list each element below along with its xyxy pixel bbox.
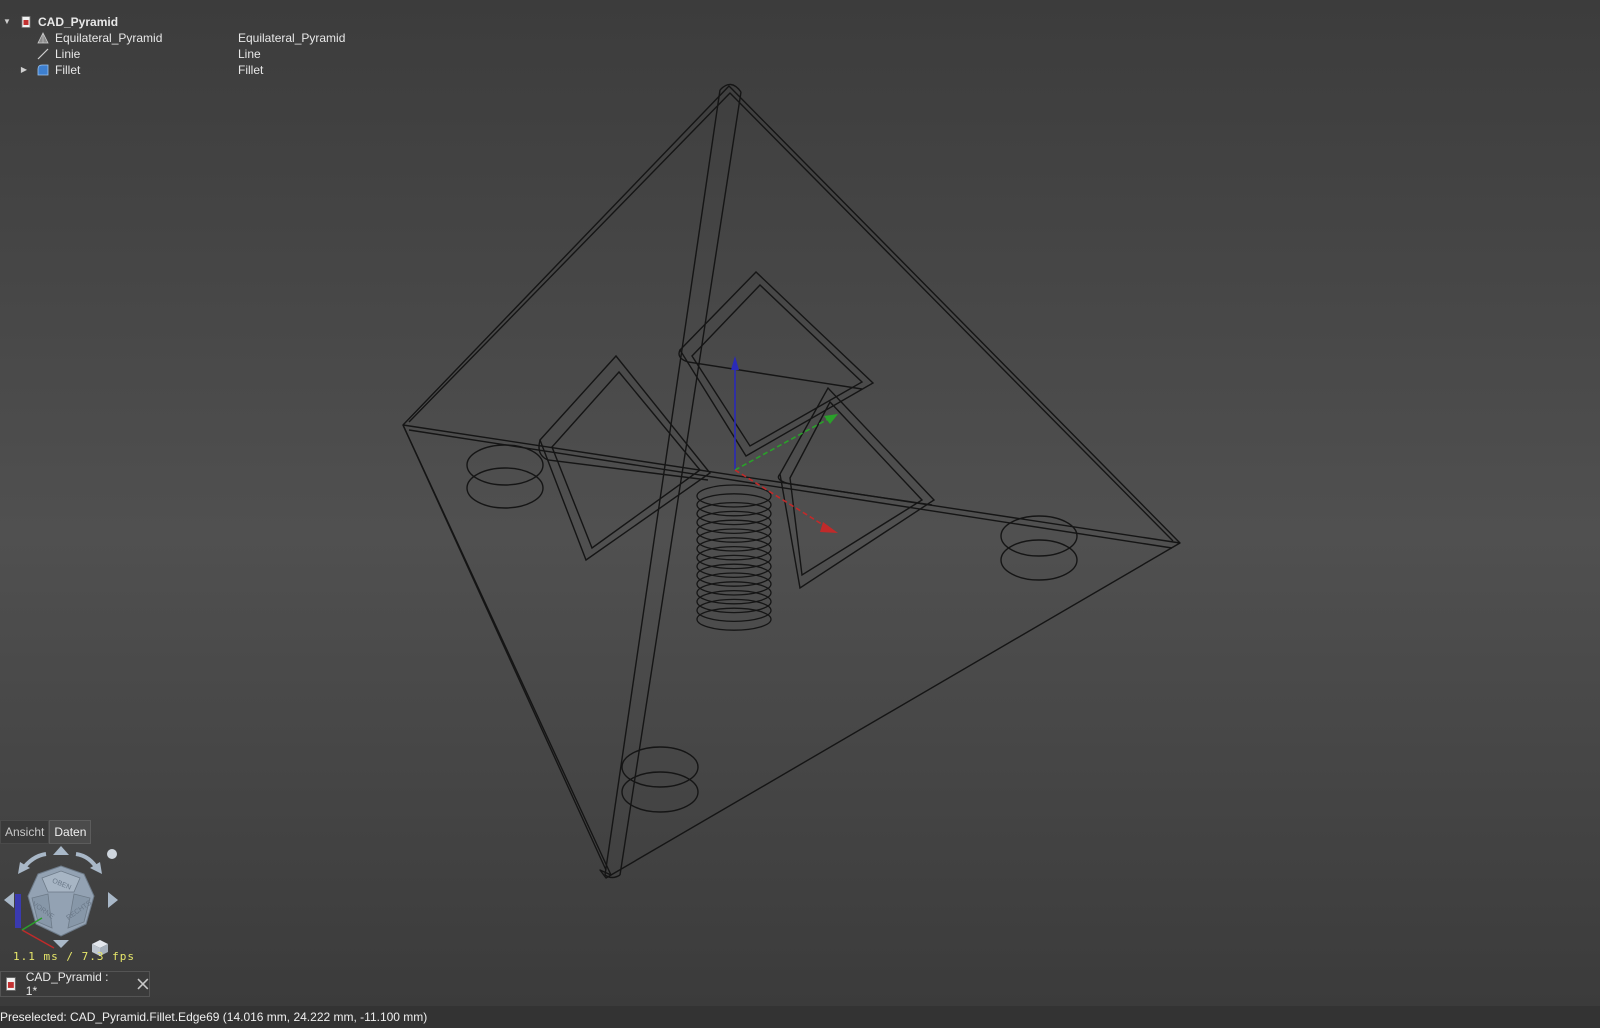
spring-coil-turn (696, 528, 772, 552)
spring-coil-turn (696, 501, 772, 526)
navigation-cube[interactable]: OBEN VORNE RECHTS (2, 846, 120, 958)
cube-axis-x (21, 929, 55, 949)
spring-coil-turn (696, 484, 772, 508)
tree-item-description: Line (238, 47, 261, 61)
tree-item-linie[interactable]: Linie Line (0, 46, 380, 62)
tree-item-equilateral-pyramid[interactable]: Equilateral_Pyramid Equilateral_Pyramid (0, 30, 380, 46)
inner-cutouts (538, 271, 936, 590)
document-tab[interactable]: CAD_Pyramid : 1* (0, 970, 150, 998)
spring-coil-turn (696, 493, 772, 517)
close-icon[interactable] (137, 978, 149, 990)
tab-ansicht[interactable]: Ansicht (0, 820, 50, 844)
pan-down-arrow-icon[interactable] (53, 940, 69, 948)
spring-coil-turn (696, 563, 772, 587)
fps-readout: 1.1 ms / 7.3 fps (13, 950, 135, 963)
rotate-left-arrow-icon[interactable] (18, 852, 47, 874)
cube-body[interactable]: OBEN VORNE RECHTS (27, 865, 95, 937)
cube-axis-z (15, 894, 21, 928)
tree-item-label: CAD_Pyramid (38, 15, 119, 29)
document-tab-title: CAD_Pyramid : 1* (25, 970, 109, 998)
tree-item-label: Linie (55, 47, 81, 61)
tree-item-label: Fillet (55, 63, 81, 77)
tree-item-description: Fillet (238, 63, 264, 77)
spring-coil-turn (696, 589, 772, 614)
pan-up-arrow-icon[interactable] (53, 846, 69, 855)
spring-coil-turn (696, 572, 772, 596)
spring-coil-turn (696, 510, 772, 535)
pyramid-wireframe (402, 83, 1181, 879)
line-icon (37, 48, 49, 60)
spring-coil-turn (696, 581, 772, 605)
mesh-icon (37, 32, 49, 44)
fillet-icon (37, 64, 49, 76)
spring-coil-turn (696, 545, 772, 570)
view-menu-dot-icon[interactable] (107, 849, 117, 859)
spring-coil-turn (696, 537, 772, 561)
3d-viewport[interactable] (0, 0, 1600, 1028)
spring-coil (696, 484, 772, 631)
spring-coil-turn (696, 554, 772, 579)
rotate-right-arrow-icon[interactable] (75, 852, 102, 874)
property-panel-tabs: Ansicht Daten (0, 820, 92, 844)
pan-left-arrow-icon[interactable] (4, 892, 14, 908)
mounting-holes (466, 444, 1078, 813)
expand-arrow-icon[interactable]: ▼ (2, 14, 12, 30)
document-icon (6, 977, 16, 991)
expand-arrow-icon[interactable]: ▶ (19, 62, 29, 78)
pan-right-arrow-icon[interactable] (108, 892, 118, 908)
model-tree: ▼ CAD_Pyramid Equilateral_Pyramid Equila… (0, 14, 380, 78)
document-icon (21, 16, 31, 28)
spring-coil-turn (696, 598, 772, 623)
spring-coil-turn (696, 519, 772, 543)
tree-item-fillet[interactable]: ▶ Fillet Fillet (0, 62, 380, 78)
tree-root-cad-pyramid[interactable]: ▼ CAD_Pyramid (0, 14, 380, 30)
spring-coil-turn (696, 607, 772, 631)
tree-item-label: Equilateral_Pyramid (55, 31, 163, 45)
tab-daten[interactable]: Daten (49, 820, 92, 844)
tree-item-description: Equilateral_Pyramid (238, 31, 346, 45)
status-bar: Preselected: CAD_Pyramid.Fillet.Edge69 (… (0, 1006, 1600, 1028)
